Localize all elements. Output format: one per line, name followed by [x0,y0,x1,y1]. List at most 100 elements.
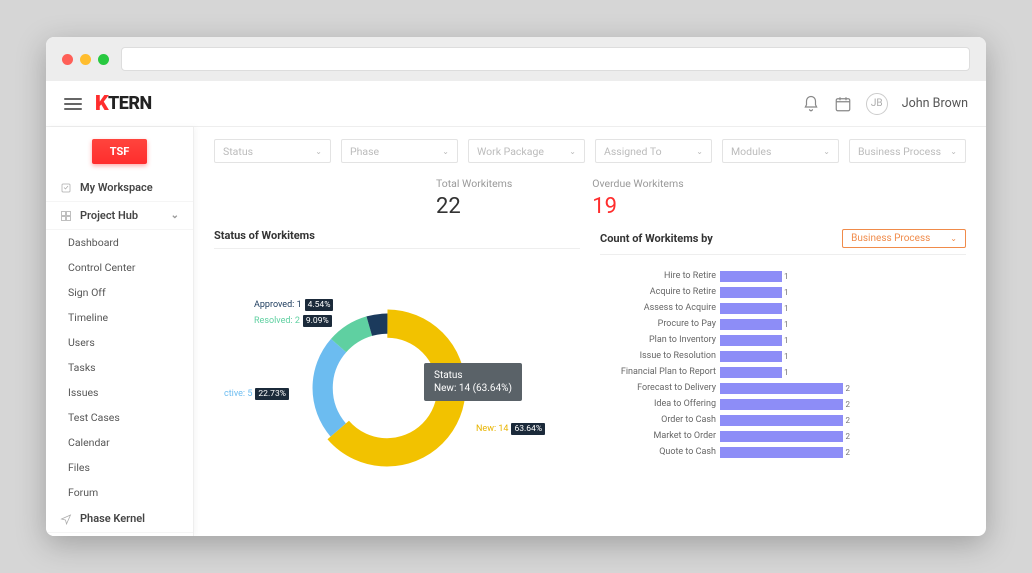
bar-label: Hire to Retire [600,271,720,281]
sidebar-subitem[interactable]: Forum [46,480,193,505]
bar-track: 1 [720,303,966,314]
filter-select[interactable]: Assigned To⌄ [595,139,712,163]
bar-label: Acquire to Retire [600,287,720,297]
url-bar[interactable] [121,47,970,71]
bar-row: Acquire to Retire 1 [600,285,966,299]
bar-track: 2 [720,415,966,426]
bar-value: 1 [784,336,789,345]
bar-track: 1 [720,287,966,298]
avatar[interactable]: JB [866,93,888,115]
bar-track: 1 [720,271,966,282]
chevron-down-icon: ⌄ [315,147,322,156]
filter-select[interactable]: Business Process⌄ [849,139,966,163]
bar-fill [720,319,782,330]
bar-track: 2 [720,399,966,410]
workspace-icon [60,182,72,194]
bar-row: Order to Cash 2 [600,413,966,427]
bar-fill [720,335,782,346]
count-by-select[interactable]: Business Process ⌄ [842,229,966,248]
bar-row: Assess to Acquire1 [600,301,966,315]
tsf-button[interactable]: TSF [92,139,148,164]
bar-track: 1 [720,335,966,346]
filter-row: Status⌄ Phase⌄ Work Package⌄ Assigned To⌄ Mo… [214,139,966,163]
bar-chart: Hire to Retire1Acquire to Retire1Assess … [600,269,966,459]
bar-value: 1 [784,304,789,313]
bar-fill [720,447,843,458]
bar-label: Market to Order [600,431,720,441]
chevron-down-icon: ⌄ [823,147,830,156]
sidebar-subitem[interactable]: Issues [46,380,193,405]
chevron-down-icon: ⌄ [950,147,957,156]
sidebar: TSF My Workspace Project Hub ⌄ Dashboard… [46,127,194,536]
panels: Status of Workitems Approved: 1 [214,229,966,513]
sidebar-subitem[interactable]: Timeline [46,305,193,330]
bar-label: Order to Cash [600,415,720,425]
sidebar-subitem[interactable]: Sign Off [46,280,193,305]
bar-row: Hire to Retire1 [600,269,966,283]
bar-label: Quote to Cash [600,447,720,457]
logo-text: TERN [108,93,152,114]
sidebar-subitem[interactable]: Dashboard [46,230,193,255]
logo-mark-icon: K [95,91,108,116]
hub-icon [60,210,72,222]
chevron-down-icon: ⌄ [696,147,703,156]
panel-title: Status of Workitems [214,229,315,242]
bar-fill [720,399,843,410]
maximize-window-icon[interactable] [98,54,109,65]
bar-row: Idea to Offering2 [600,397,966,411]
bar-row: Procure to Pay1 [600,317,966,331]
menu-icon[interactable] [64,98,82,110]
stat-total: Total Workitems 22 [436,177,512,219]
sidebar-subitem[interactable]: Test Cases [46,405,193,430]
browser-window: K TERN JB John Brown TSF My Workspace [46,37,986,536]
bell-icon[interactable] [802,95,820,113]
bar-value: 2 [845,448,850,457]
bar-label: Plan to Inventory [600,335,720,345]
close-window-icon[interactable] [62,54,73,65]
stat-label: Overdue Workitems [592,177,683,190]
filter-select[interactable]: Phase⌄ [341,139,458,163]
sidebar-item-phase-kernel[interactable]: Phase Kernel [46,505,193,533]
bar-row: Market to Order2 [600,429,966,443]
sidebar-subitem[interactable]: Control Center [46,255,193,280]
sidebar-label: Project Hub [80,209,138,222]
bar-track: 2 [720,383,966,394]
sidebar-subitem[interactable]: Tasks [46,355,193,380]
bar-row: Issue to Resolution1 [600,349,966,363]
sidebar-item-project-hub[interactable]: Project Hub ⌄ [46,202,193,230]
bar-label: Forecast to Delivery [600,383,720,393]
topbar: K TERN JB John Brown [46,81,986,127]
donut-label-approved: Approved: 1 4.54% [254,299,333,311]
traffic-lights [62,54,109,65]
sidebar-item-workspace[interactable]: My Workspace [46,174,193,202]
bar-value: 1 [784,320,789,329]
sidebar-subitem[interactable]: Calendar [46,430,193,455]
bar-value: 2 [845,416,850,425]
filter-select[interactable]: Status⌄ [214,139,331,163]
stat-value: 22 [436,194,512,219]
minimize-window-icon[interactable] [80,54,91,65]
body: TSF My Workspace Project Hub ⌄ Dashboard… [46,127,986,536]
donut-tooltip: Status New: 14 (63.64%) [424,363,522,401]
filter-select[interactable]: Work Package⌄ [468,139,585,163]
panel-title: Count of Workitems by [600,232,713,245]
donut-chart: Approved: 1 4.54% Resolved: 2 9.09% ctiv… [214,263,580,513]
bar-track: 2 [720,431,966,442]
donut-label-active: ctive: 5 22.73% [224,388,289,400]
stat-value: 19 [592,194,683,219]
bar-track: 2 [720,447,966,458]
filter-select[interactable]: Modules⌄ [722,139,839,163]
donut-label-resolved: Resolved: 2 9.09% [254,315,332,327]
sidebar-subitem[interactable]: Users [46,330,193,355]
bar-value: 2 [845,384,850,393]
browser-chrome [46,37,986,81]
main: Status⌄ Phase⌄ Work Package⌄ Assigned To⌄ Mo… [194,127,986,536]
chevron-down-icon: ⌄ [950,234,957,243]
bar-value: 1 [784,288,789,297]
bar-fill [720,351,782,362]
sidebar-subitems: DashboardControl CenterSign OffTimelineU… [46,230,193,505]
sidebar-subitem[interactable]: Files [46,455,193,480]
chevron-down-icon: ⌄ [442,147,449,156]
calendar-icon[interactable] [834,95,852,113]
bar-value: 1 [784,368,789,377]
